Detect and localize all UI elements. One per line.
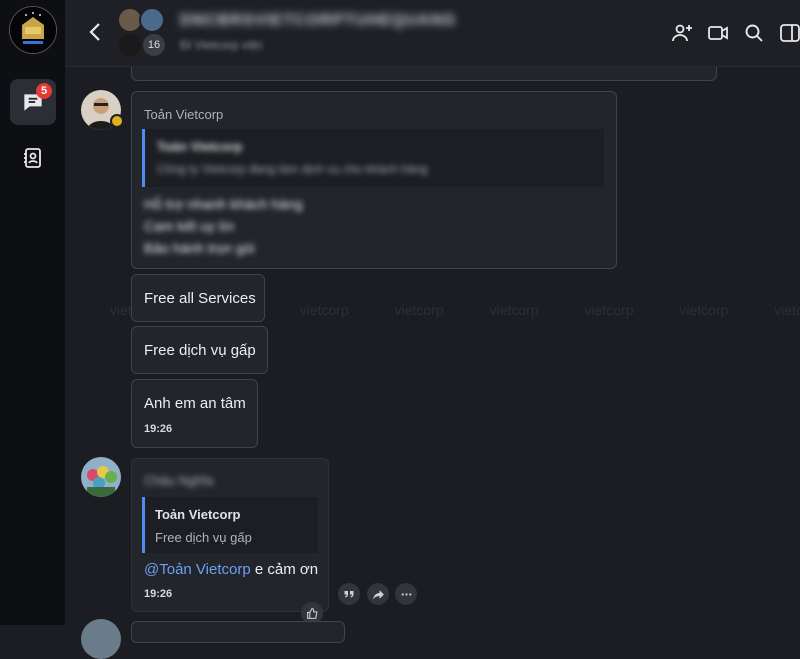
message-text-body: e cảm ơn — [250, 561, 319, 578]
message-list[interactable]: vietcorp vietcorp vietcorp vietcorp viet… — [65, 67, 800, 625]
message-time: 19:26 — [144, 423, 173, 435]
message-bubble[interactable]: Free all Services — [131, 274, 265, 322]
member-avatar — [139, 7, 165, 33]
sender-avatar[interactable] — [81, 457, 121, 497]
quoted-message[interactable]: Toản Vietcorp Free dịch vụ gấp — [142, 497, 318, 553]
more-icon — [401, 592, 411, 596]
more-actions-button[interactable] — [395, 583, 417, 605]
nav-contacts[interactable] — [10, 135, 56, 181]
back-icon — [89, 23, 100, 41]
message-bubble[interactable]: Anh em an tâm 19:26 — [131, 379, 258, 448]
body-line: Hỗ trợ nhanh khách hàng — [144, 196, 303, 212]
message-text: Anh em an tâm — [144, 395, 246, 412]
back-button[interactable] — [85, 20, 105, 44]
message-bubble[interactable]: Free dịch vụ gấp — [131, 326, 268, 374]
sender-name: Châu Nghĩa — [144, 473, 214, 488]
quote-text: Công ty Vietcorp đang làm dịch vụ cho kh… — [157, 162, 428, 176]
group-name[interactable]: DNCBRSVIETCORPTUHEQUANG — [180, 12, 456, 30]
member-count: 16 — [141, 32, 167, 58]
add-member-button[interactable] — [670, 21, 694, 45]
group-subtitle: Đi Vietcorp việc — [180, 38, 264, 52]
chat-header: 16 DNCBRSVIETCORPTUHEQUANG Đi Vietcorp v… — [65, 0, 800, 67]
member-avatar — [117, 32, 143, 58]
message-text: Free dịch vụ gấp — [144, 342, 256, 359]
message-text: Free all Services — [144, 290, 256, 307]
quoted-message[interactable]: Toản Vietcorp Công ty Vietcorp đang làm … — [142, 129, 604, 187]
message-bubble[interactable]: Toản Vietcorp Toản Vietcorp Công ty Viet… — [131, 91, 617, 269]
mention-link[interactable]: @Toản Vietcorp — [144, 561, 251, 578]
sender-avatar[interactable] — [81, 619, 121, 659]
video-call-icon — [708, 26, 728, 40]
like-icon — [306, 607, 317, 619]
org-logo[interactable] — [9, 6, 57, 54]
quote-icon — [344, 591, 354, 598]
quote-text: Free dịch vụ gấp — [155, 530, 252, 545]
search-icon — [745, 24, 763, 42]
forward-icon — [372, 589, 384, 599]
panel-toggle-button[interactable] — [778, 21, 800, 45]
group-avatar[interactable]: 16 — [117, 7, 175, 59]
message-time: 19:26 — [144, 588, 173, 600]
contacts-icon — [24, 148, 41, 168]
message-text: @Toản Vietcorp e cảm ơn — [144, 561, 318, 578]
quote-author: Toản Vietcorp — [157, 139, 243, 154]
body-line: Cam kết uy tín — [144, 218, 235, 234]
key-badge-icon — [110, 114, 124, 128]
app-sidebar: 5 — [0, 0, 65, 625]
nav-messages[interactable]: 5 — [10, 79, 56, 125]
previous-message[interactable] — [131, 67, 717, 81]
add-member-icon — [672, 24, 692, 42]
quote-author: Toản Vietcorp — [155, 507, 241, 522]
panel-toggle-icon — [780, 24, 800, 42]
forward-button[interactable] — [367, 583, 389, 605]
unread-badge: 5 — [36, 83, 52, 99]
search-button[interactable] — [742, 21, 766, 45]
body-line: Bảo hành trọn gói — [144, 240, 255, 256]
next-message[interactable] — [131, 621, 345, 643]
sender-name: Toản Vietcorp — [144, 107, 224, 122]
message-bubble[interactable]: Châu Nghĩa Toản Vietcorp Free dịch vụ gấ… — [131, 458, 329, 612]
video-call-button[interactable] — [706, 21, 730, 45]
quote-reply-button[interactable] — [338, 583, 360, 605]
